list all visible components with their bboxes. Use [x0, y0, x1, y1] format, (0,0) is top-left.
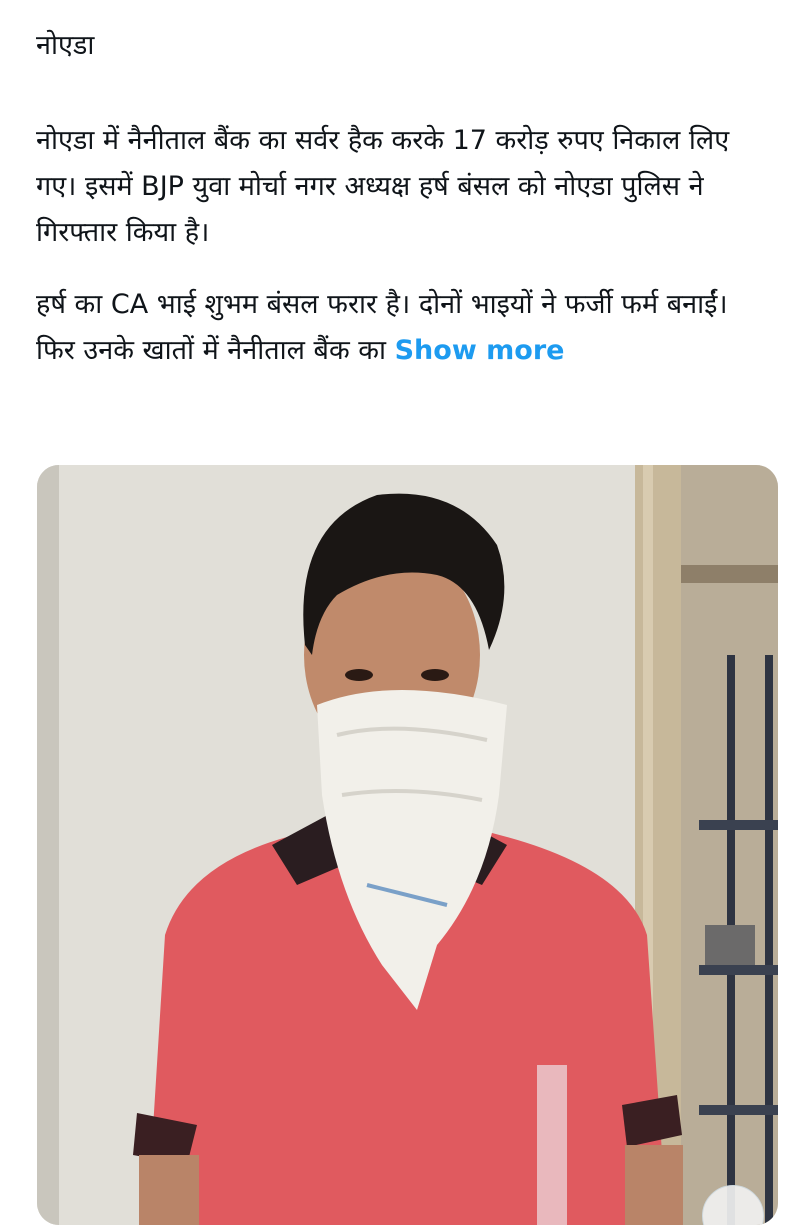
post-paragraph-1: नोएडा में नैनीताल बैंक का सर्वर हैक करके…	[36, 125, 730, 248]
post-card: नोएडा नोएडा में नैनीताल बैंक का सर्वर है…	[0, 0, 800, 1225]
post-photo[interactable]	[37, 465, 778, 1225]
show-more-link[interactable]: Show more	[395, 335, 565, 366]
post-location-header: नोएडा	[36, 30, 95, 61]
post-text: नोएडा में नैनीताल बैंक का सर्वर हैक करके…	[36, 118, 756, 400]
post-paragraph-2-text: हर्ष का CA भाई शुभम बंसल फरार है। दोनों …	[36, 289, 728, 366]
post-paragraph-2: हर्ष का CA भाई शुभम बंसल फरार है। दोनों …	[36, 282, 756, 374]
photo-illustration	[37, 465, 778, 1225]
